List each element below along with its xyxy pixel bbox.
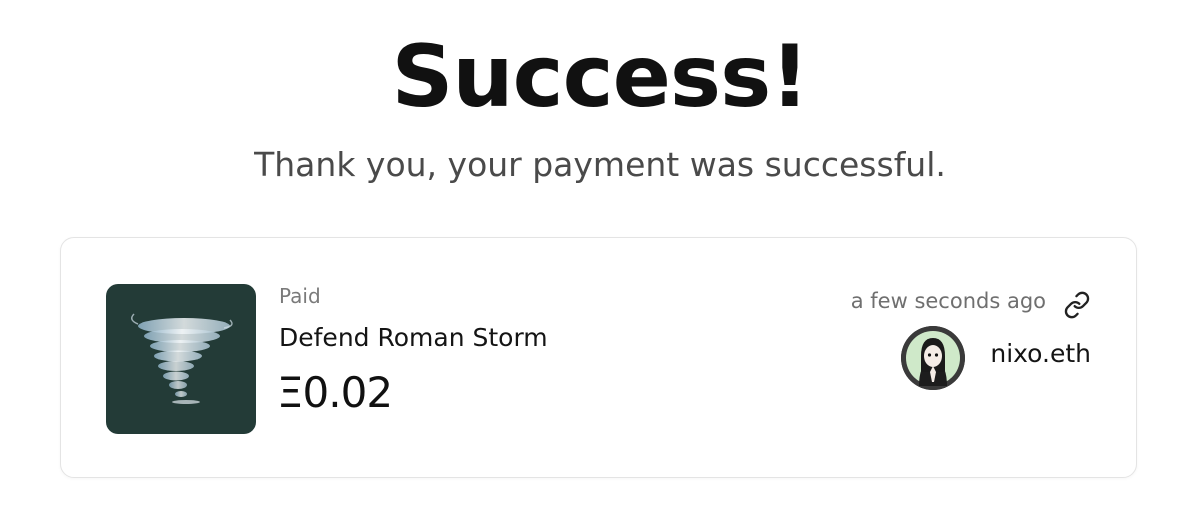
avatar[interactable] <box>901 326 965 390</box>
tornado-icon <box>131 313 233 404</box>
campaign-thumbnail <box>106 284 256 434</box>
payment-card: Paid Defend Roman Storm Ξ0.02 a few seco… <box>60 237 1137 478</box>
page-title: Success! <box>391 27 809 127</box>
campaign-name: Defend Roman Storm <box>279 323 548 352</box>
payment-status: Paid <box>279 284 321 308</box>
payment-amount: Ξ0.02 <box>277 368 393 417</box>
page-subtitle: Thank you, your payment was successful. <box>254 145 946 184</box>
username-link[interactable]: nixo.eth <box>990 339 1091 368</box>
payment-success-page: Success! Thank you, your payment was suc… <box>0 0 1200 508</box>
payment-time: a few seconds ago <box>850 289 1046 313</box>
link-icon[interactable] <box>1063 291 1091 319</box>
